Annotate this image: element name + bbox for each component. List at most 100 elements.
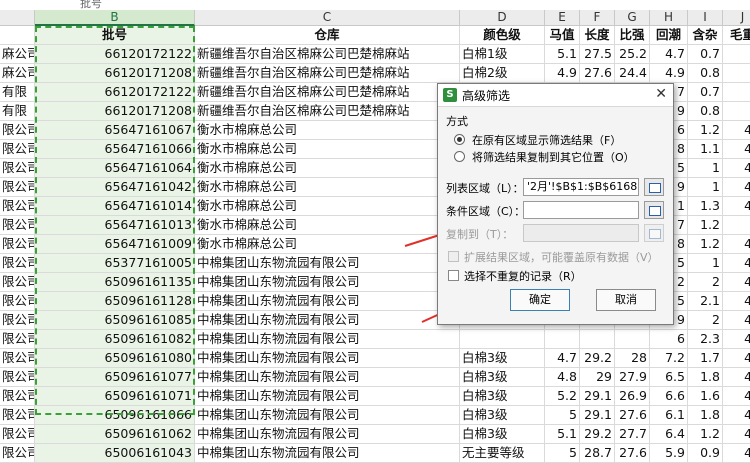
cell-strength[interactable]: 27.6 [615, 444, 650, 463]
column-header-h[interactable]: H [650, 10, 688, 26]
cell-gross-weight[interactable]: 43 [723, 140, 750, 159]
copy-to-picker-icon[interactable] [644, 224, 664, 242]
copy-to-input[interactable] [523, 224, 639, 242]
cell-a[interactable]: 有限 [0, 83, 35, 102]
cell-warehouse[interactable]: 衡水市棉麻总公司 [195, 121, 460, 140]
cell-warehouse[interactable]: 中棉集团山东物流园有限公司 [195, 349, 460, 368]
cell-trash[interactable]: 1.2 [688, 235, 723, 254]
header-cell-micronaire[interactable]: 马值 [545, 26, 580, 45]
cell-gross-weight[interactable]: 42 [723, 178, 750, 197]
cell-micronaire[interactable]: 4.9 [545, 64, 580, 83]
cell-moisture[interactable]: 7.2 [650, 349, 688, 368]
cell-moisture[interactable]: 4.9 [650, 64, 688, 83]
cell-length[interactable]: 28.7 [580, 444, 615, 463]
cell-a[interactable]: 限公司 [0, 330, 35, 349]
cell-batch[interactable]: 65096161077 [35, 368, 195, 387]
header-cell-batch[interactable]: 批号 [35, 26, 195, 45]
cell-trash[interactable]: 0.8 [688, 64, 723, 83]
cell-warehouse[interactable]: 中棉集团山东物流园有限公司 [195, 444, 460, 463]
cell-trash[interactable]: 1 [688, 159, 723, 178]
cell-length[interactable]: 29.2 [580, 425, 615, 444]
cell-warehouse[interactable]: 中棉集团山东物流园有限公司 [195, 387, 460, 406]
cell-batch[interactable]: 65647161066 [35, 140, 195, 159]
cell-micronaire[interactable]: 5 [545, 444, 580, 463]
cell-length[interactable]: 29 [580, 368, 615, 387]
cell-a[interactable]: 麻公司 [0, 64, 35, 83]
cell-warehouse[interactable]: 新疆维吾尔自治区棉麻公司巴楚棉麻站 [195, 83, 460, 102]
column-header-f[interactable]: F [580, 10, 615, 26]
cell-moisture[interactable]: 6.4 [650, 425, 688, 444]
cell-micronaire[interactable]: 5.1 [545, 425, 580, 444]
cell-warehouse[interactable]: 中棉集团山东物流园有限公司 [195, 254, 460, 273]
cell-warehouse[interactable]: 中棉集团山东物流园有限公司 [195, 273, 460, 292]
cell-warehouse[interactable]: 新疆维吾尔自治区棉麻公司巴楚棉麻站 [195, 102, 460, 121]
header-cell-moisture[interactable]: 回潮 [650, 26, 688, 45]
cell-moisture[interactable]: 5.9 [650, 444, 688, 463]
cell-moisture[interactable]: 4.7 [650, 45, 688, 64]
cell-a[interactable]: 限公司 [0, 349, 35, 368]
cell-moisture[interactable]: 6.1 [650, 406, 688, 425]
cell-batch[interactable]: 65647161014 [35, 197, 195, 216]
extend-results-checkbox[interactable] [448, 251, 459, 262]
header-cell-gross-weight[interactable]: 毛重 [723, 26, 750, 45]
dialog-titlebar[interactable]: S 高级筛选 ✕ [438, 84, 673, 107]
cell-trash[interactable]: 2.1 [688, 292, 723, 311]
cell-warehouse[interactable]: 新疆维吾尔自治区棉麻公司巴楚棉麻站 [195, 64, 460, 83]
cell-length[interactable]: 27.5 [580, 45, 615, 64]
cell-batch[interactable]: 65096161135 [35, 273, 195, 292]
cell-a[interactable]: 限公司 [0, 444, 35, 463]
list-range-input[interactable]: '2月'!$B$1:$B$6168 [523, 178, 639, 196]
column-header-g[interactable]: G [615, 10, 650, 26]
cell-a[interactable]: 限公司 [0, 216, 35, 235]
cell-batch[interactable]: 65096161062 [35, 425, 195, 444]
cell-moisture[interactable]: 6.5 [650, 368, 688, 387]
cell-trash[interactable]: 2 [688, 273, 723, 292]
cell-strength[interactable]: 28 [615, 349, 650, 368]
cell-warehouse[interactable]: 衡水市棉麻总公司 [195, 235, 460, 254]
cell-a[interactable]: 限公司 [0, 235, 35, 254]
cell-gross-weight[interactable]: 42 [723, 330, 750, 349]
cell-batch[interactable]: 65096161066 [35, 406, 195, 425]
cell-trash[interactable]: 1.3 [688, 197, 723, 216]
cell-length[interactable]: 29.2 [580, 349, 615, 368]
cell-a[interactable]: 限公司 [0, 254, 35, 273]
cell-gross-weight[interactable]: 42 [723, 387, 750, 406]
cell-color-grade[interactable]: 无主要等级 [460, 444, 545, 463]
cell-batch[interactable]: 66120172122 [35, 45, 195, 64]
cell-warehouse[interactable]: 中棉集团山东物流园有限公司 [195, 292, 460, 311]
cell-batch[interactable]: 65647161013 [35, 216, 195, 235]
header-cell-length[interactable]: 长度 [580, 26, 615, 45]
cell-batch[interactable]: 65647161067 [35, 121, 195, 140]
cell-batch[interactable]: 65647161064 [35, 159, 195, 178]
cell-warehouse[interactable]: 衡水市棉麻总公司 [195, 197, 460, 216]
cell-warehouse[interactable]: 中棉集团山东物流园有限公司 [195, 368, 460, 387]
cell-gross-weight[interactable]: 4 [723, 216, 750, 235]
header-cell-strength[interactable]: 比强 [615, 26, 650, 45]
cell-gross-weight[interactable]: 42 [723, 311, 750, 330]
cell-batch[interactable]: 65647161042 [35, 178, 195, 197]
cell-gross-weight[interactable]: 42 [723, 406, 750, 425]
unique-records-label[interactable]: 选择不重复的记录（R） [464, 268, 582, 284]
cell-strength[interactable]: 26.9 [615, 387, 650, 406]
cell-batch[interactable]: 65006161043 [35, 444, 195, 463]
cell-warehouse[interactable]: 新疆维吾尔自治区棉麻公司巴楚棉麻站 [195, 45, 460, 64]
cell-length[interactable]: 29.1 [580, 387, 615, 406]
radio-copy-to-location-label[interactable]: 将筛选结果复制到其它位置（O） [472, 149, 635, 165]
cell-batch[interactable]: 65096161082 [35, 330, 195, 349]
cell-warehouse[interactable]: 衡水市棉麻总公司 [195, 140, 460, 159]
cell-gross-weight[interactable]: 4 [723, 102, 750, 121]
cell-trash[interactable]: 0.7 [688, 83, 723, 102]
cell-trash[interactable]: 0.7 [688, 45, 723, 64]
cell-warehouse[interactable]: 中棉集团山东物流园有限公司 [195, 311, 460, 330]
cell-color-grade[interactable]: 白棉3级 [460, 368, 545, 387]
cell-batch[interactable]: 65096161080 [35, 349, 195, 368]
radio-filter-in-place[interactable] [454, 134, 465, 145]
cell-trash[interactable]: 1.2 [688, 425, 723, 444]
cell-a[interactable]: 限公司 [0, 368, 35, 387]
cell-warehouse[interactable]: 衡水市棉麻总公司 [195, 216, 460, 235]
cell-length[interactable]: 29.1 [580, 406, 615, 425]
cell-batch[interactable]: 65096161085 [35, 311, 195, 330]
cell-batch[interactable]: 66120171208 [35, 102, 195, 121]
cell-a[interactable]: 限公司 [0, 178, 35, 197]
cell-warehouse[interactable]: 中棉集团山东物流园有限公司 [195, 425, 460, 444]
